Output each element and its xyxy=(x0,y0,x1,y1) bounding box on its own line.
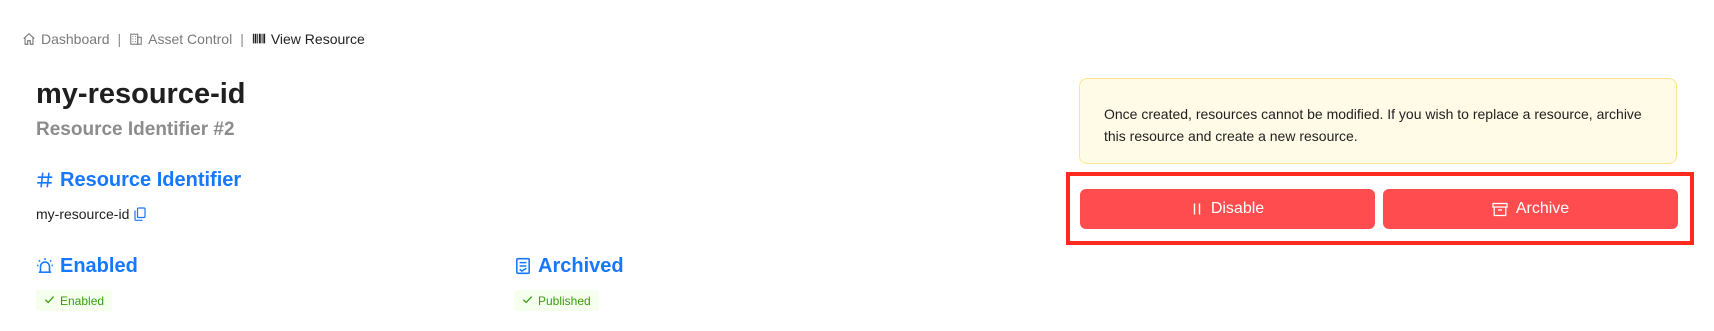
home-icon xyxy=(22,32,36,46)
pause-icon xyxy=(1191,202,1203,216)
check-icon xyxy=(522,294,533,308)
resource-identifier-heading: Resource Identifier xyxy=(36,170,241,190)
breadcrumb: Dashboard | Asset Control | View Resourc… xyxy=(22,31,365,47)
breadcrumb-asset-control-label: Asset Control xyxy=(148,31,233,47)
breadcrumb-asset-control[interactable]: Asset Control xyxy=(129,31,232,47)
archive-box-icon xyxy=(1492,202,1508,217)
status-badge-enabled: Enabled xyxy=(36,290,113,311)
check-icon xyxy=(44,294,55,308)
breadcrumb-dashboard-label: Dashboard xyxy=(41,31,110,47)
status-badge-published: Published xyxy=(514,290,599,311)
immutability-notice: Once created, resources cannot be modifi… xyxy=(1079,78,1677,164)
page-subtitle: Resource Identifier #2 xyxy=(36,119,235,140)
breadcrumb-view-resource: View Resource xyxy=(252,31,365,47)
breadcrumb-view-resource-label: View Resource xyxy=(270,31,365,47)
page-title: my-resource-id xyxy=(36,78,246,110)
breadcrumb-separator: | xyxy=(117,31,122,47)
hash-icon xyxy=(36,171,54,189)
enabled-heading-label: Enabled xyxy=(60,255,138,277)
status-badge-enabled-label: Enabled xyxy=(60,293,105,308)
archived-heading-label: Archived xyxy=(538,255,624,277)
notice-text: Once created, resources cannot be modifi… xyxy=(1104,106,1642,144)
disable-button[interactable]: Disable xyxy=(1080,189,1375,229)
status-badge-published-label: Published xyxy=(538,293,591,308)
copy-icon[interactable] xyxy=(134,207,146,221)
archived-heading: Archived xyxy=(514,256,624,276)
archive-button[interactable]: Archive xyxy=(1383,189,1678,229)
building-icon xyxy=(129,32,143,46)
enabled-heading: Enabled xyxy=(36,256,138,276)
barcode-icon xyxy=(252,32,266,46)
archive-button-label: Archive xyxy=(1515,200,1570,217)
disable-button-label: Disable xyxy=(1210,200,1265,217)
breadcrumb-dashboard[interactable]: Dashboard xyxy=(22,31,110,47)
document-archive-icon xyxy=(514,257,532,275)
resource-identifier-heading-label: Resource Identifier xyxy=(60,169,242,191)
breadcrumb-separator: | xyxy=(240,31,244,47)
alarm-light-icon xyxy=(36,257,54,275)
page: Dashboard | Asset Control | View Resourc… xyxy=(0,0,1714,331)
resource-identifier-value: my-resource-id xyxy=(36,206,146,222)
resource-identifier-text: my-resource-id xyxy=(36,206,130,222)
